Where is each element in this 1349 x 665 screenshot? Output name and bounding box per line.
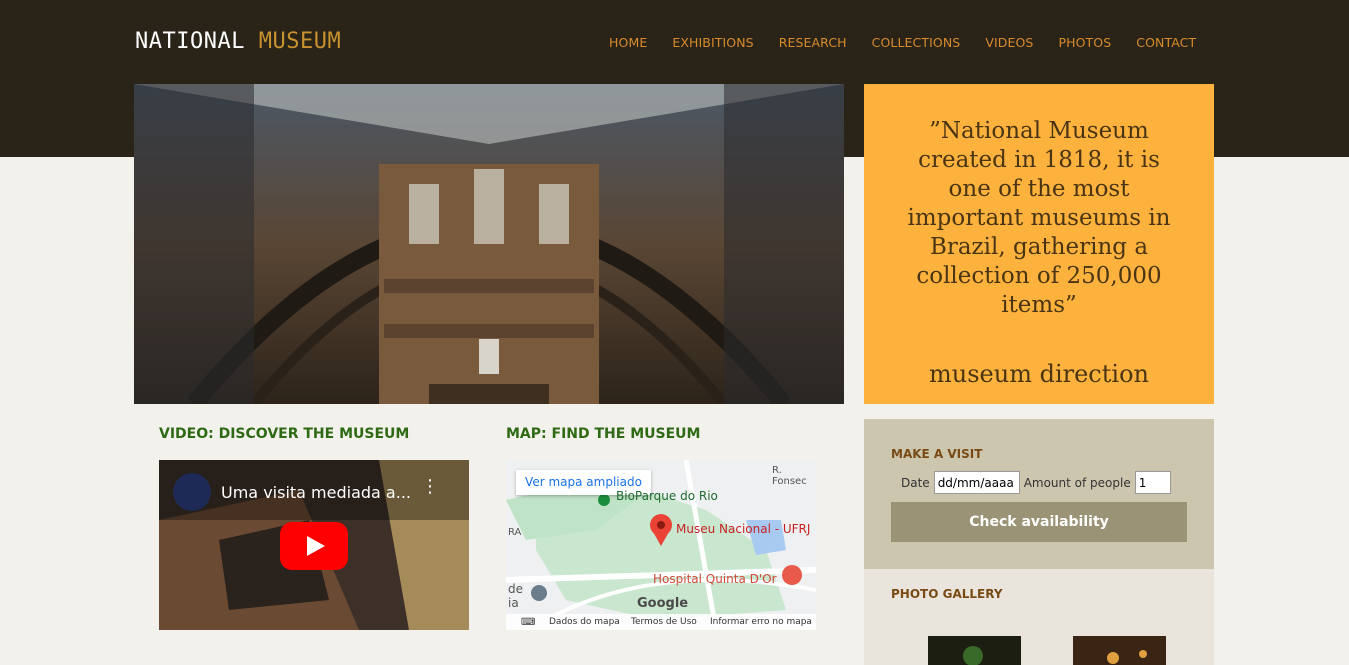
date-label: Date: [901, 475, 930, 490]
map-footer: ⌨ Dados do mapa Termos de Uso Informar e…: [506, 614, 816, 630]
quote-box: ”National Museum created in 1818, it is …: [864, 84, 1214, 404]
gallery-thumb-1[interactable]: [928, 636, 1021, 665]
map-label-hospital: Hospital Quinta D'Or: [653, 572, 777, 586]
map-label-street: R. Fonsec: [772, 465, 807, 487]
nav-research[interactable]: RESEARCH: [779, 35, 847, 50]
visit-form-row: Date Amount of people: [901, 471, 1175, 494]
video-section-title: VIDEO: DISCOVER THE MUSEUM: [159, 426, 410, 442]
map-terms-link[interactable]: Termos de Uso: [631, 617, 697, 627]
map-section-title: MAP: FIND THE MUSEUM: [506, 426, 701, 442]
quote-text: ”National Museum created in 1818, it is …: [907, 118, 1171, 318]
logo-word-museum: MUSEUM: [258, 29, 342, 54]
main-nav: HOME EXHIBITIONS RESEARCH COLLECTIONS VI…: [609, 35, 1221, 50]
nav-home[interactable]: HOME: [609, 35, 647, 50]
video-title[interactable]: Uma visita mediada a...: [221, 483, 411, 502]
play-button-icon[interactable]: [280, 522, 348, 570]
people-input[interactable]: [1134, 471, 1171, 494]
gallery-thumb-2[interactable]: [1073, 636, 1166, 665]
channel-avatar[interactable]: [173, 473, 211, 511]
make-visit-title: MAKE A VISIT: [891, 447, 983, 461]
more-options-icon[interactable]: ⋮: [421, 478, 439, 496]
photo-gallery-panel: PHOTO GALLERY: [864, 569, 1214, 665]
video-embed[interactable]: Uma visita mediada a... ⋮: [159, 460, 469, 630]
photo-gallery-title: PHOTO GALLERY: [891, 587, 1003, 601]
quote-author: museum direction: [929, 360, 1149, 388]
date-input[interactable]: [933, 471, 1020, 494]
nav-photos[interactable]: PHOTOS: [1058, 35, 1111, 50]
map-label-left-bottom: de ia: [508, 582, 523, 610]
map-embed[interactable]: Ver mapa ampliado BioParque do Rio Museu…: [506, 460, 816, 630]
check-availability-button[interactable]: Check availability: [891, 502, 1187, 542]
keyboard-icon[interactable]: ⌨: [521, 617, 535, 628]
google-logo: Google: [637, 596, 689, 611]
nav-exhibitions[interactable]: EXHIBITIONS: [672, 35, 753, 50]
map-label-biopark: BioParque do Rio: [616, 489, 718, 503]
map-label-museum[interactable]: Museu Nacional - UFRJ: [676, 522, 810, 536]
hero-museum-hall-image: [134, 84, 844, 404]
make-visit-panel: MAKE A VISIT Date Amount of people Check…: [864, 419, 1214, 569]
people-label: Amount of people: [1023, 475, 1131, 490]
map-report-link[interactable]: Informar erro no mapa: [710, 617, 812, 627]
nav-contact[interactable]: CONTACT: [1136, 35, 1196, 50]
map-label-left-top: RA: [508, 527, 522, 538]
site-logo[interactable]: NATIONAL MUSEUM: [135, 29, 341, 54]
map-data-link[interactable]: Dados do mapa: [549, 617, 620, 627]
logo-word-national: NATIONAL: [135, 29, 245, 54]
nav-collections[interactable]: COLLECTIONS: [872, 35, 961, 50]
nav-videos[interactable]: VIDEOS: [985, 35, 1033, 50]
